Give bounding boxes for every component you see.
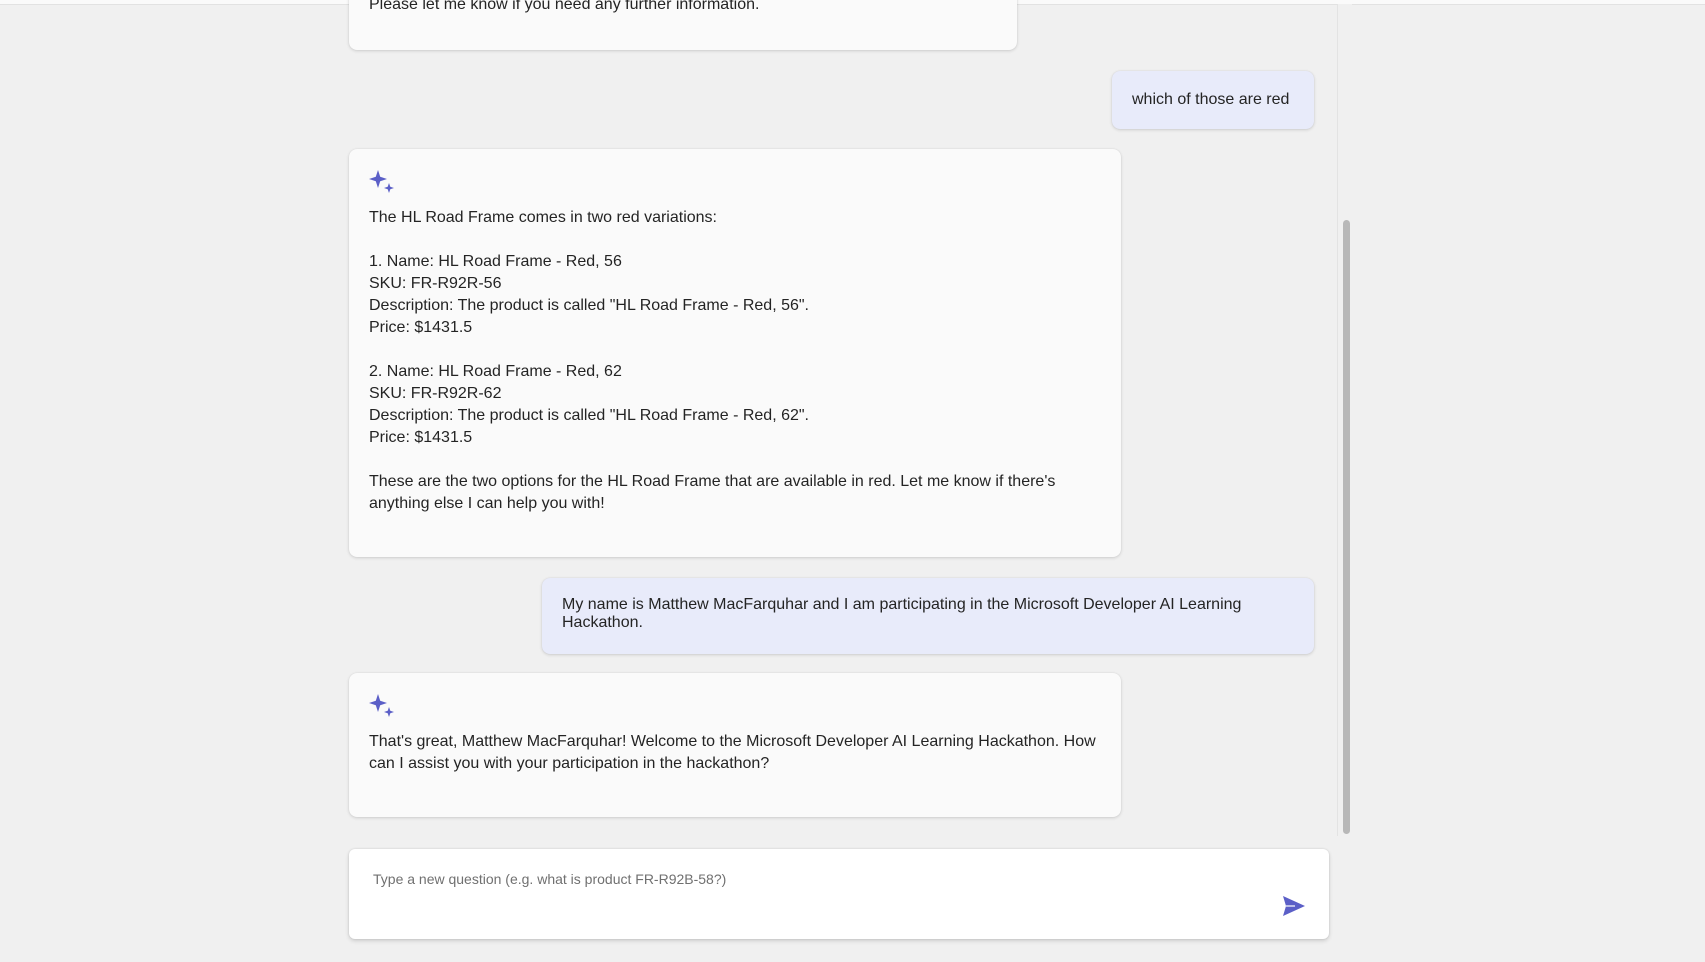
chat-transcript[interactable]: Please let me know if you need any furth… — [0, 0, 1705, 836]
user-message-text: My name is Matthew MacFarquhar and I am … — [562, 596, 1242, 631]
sparkle-icon — [369, 694, 394, 717]
message-line: Price: $1431.5 — [369, 429, 473, 446]
chat-page: Please let me know if you need any furth… — [0, 0, 1705, 962]
message-line: That's great, Matthew MacFarquhar! Welco… — [369, 733, 1096, 772]
scrollbar-thumb[interactable] — [1343, 220, 1350, 834]
user-message: My name is Matthew MacFarquhar and I am … — [542, 578, 1314, 654]
message-line: These are the two options for the HL Roa… — [369, 473, 1056, 512]
sparkle-icon — [369, 170, 394, 193]
user-message: which of those are red — [1112, 71, 1314, 129]
question-input[interactable] — [371, 869, 1255, 923]
message-line: Price: $1431.5 — [369, 319, 473, 336]
question-composer — [349, 849, 1329, 939]
user-message-text: which of those are red — [1132, 91, 1290, 108]
send-button[interactable] — [1279, 891, 1309, 921]
message-line: Please let me know if you need any furth… — [369, 0, 760, 13]
message-line: The HL Road Frame comes in two red varia… — [369, 209, 717, 226]
message-line: 1. Name: HL Road Frame - Red, 56 — [369, 253, 622, 270]
message-line: Description: The product is called "HL R… — [369, 297, 809, 314]
message-line: SKU: FR-R92R-56 — [369, 275, 502, 292]
send-icon — [1283, 896, 1305, 916]
assistant-message: Please let me know if you need any furth… — [349, 0, 1017, 50]
assistant-message: The HL Road Frame comes in two red varia… — [349, 149, 1121, 557]
assistant-message: That's great, Matthew MacFarquhar! Welco… — [349, 673, 1121, 817]
bottom-strip — [0, 952, 1705, 962]
message-line: 2. Name: HL Road Frame - Red, 62 — [369, 363, 622, 380]
message-line: Description: The product is called "HL R… — [369, 407, 809, 424]
message-line: SKU: FR-R92R-62 — [369, 385, 502, 402]
